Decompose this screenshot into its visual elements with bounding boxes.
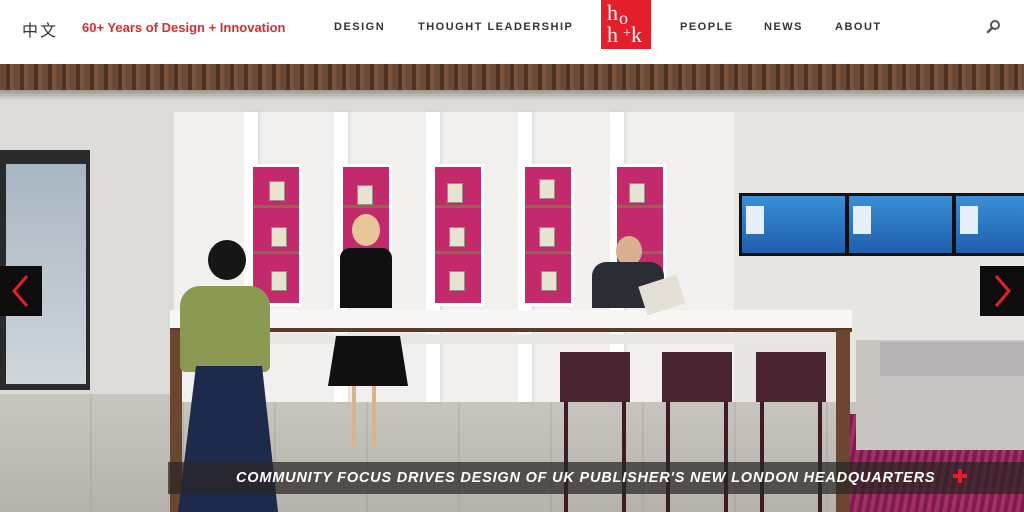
hero-book-shelf [522, 164, 574, 306]
book [271, 227, 287, 247]
screen-book-art [960, 206, 978, 234]
hero-table [170, 310, 852, 332]
shelf-board [435, 205, 481, 208]
stool-seat [560, 352, 630, 402]
stool-seat [662, 352, 732, 402]
stool-leg [760, 402, 764, 512]
book [269, 181, 285, 201]
shelf-board [525, 205, 571, 208]
person-leg [372, 386, 376, 448]
prev-slide-button[interactable] [0, 266, 42, 316]
language-switch-link[interactable]: 中文 [22, 17, 58, 41]
chevron-right-icon [994, 275, 1011, 307]
book [629, 183, 645, 203]
person-leg [352, 386, 356, 448]
hok-logo[interactable]: h o h k + [601, 0, 651, 49]
stool-leg [564, 402, 568, 512]
shelf-board [253, 251, 299, 254]
stool-leg [666, 402, 670, 512]
stool-leg [622, 402, 626, 512]
logo-letter: h [607, 22, 618, 47]
book [449, 271, 465, 291]
chevron-left-icon [12, 275, 29, 307]
nav-about[interactable]: ABOUT [835, 21, 882, 33]
shelf-board [253, 205, 299, 208]
nav-people[interactable]: PEOPLE [680, 21, 734, 33]
hero-caption-title[interactable]: COMMUNITY FOCUS DRIVES DESIGN OF UK PUBL… [236, 470, 935, 486]
nav-design[interactable]: DESIGN [334, 21, 385, 33]
hero-digital-screens [739, 193, 1024, 256]
person-top [180, 286, 270, 372]
hero-caption-bar[interactable]: COMMUNITY FOCUS DRIVES DESIGN OF UK PUBL… [168, 462, 1024, 494]
logo-plus: + [623, 26, 631, 41]
shelf-board [525, 251, 571, 254]
person-head [352, 214, 380, 246]
display-screen [742, 196, 845, 253]
next-slide-button[interactable] [980, 266, 1024, 316]
search-icon[interactable] [986, 19, 1002, 35]
hero-book-shelf [432, 164, 484, 306]
site-header: 中文 60+ Years of Design + Innovation DESI… [0, 0, 1024, 64]
shelf-board [343, 205, 389, 208]
book [271, 271, 287, 291]
stool-leg [724, 402, 728, 512]
tagline-link[interactable]: 60+ Years of Design + Innovation [82, 20, 286, 35]
person-dress-skirt [328, 336, 408, 386]
shelf-board [435, 251, 481, 254]
screen-book-art [746, 206, 764, 234]
hero-book-shelf [250, 164, 302, 306]
book [449, 227, 465, 247]
stool-leg [818, 402, 822, 512]
hero-sofa-cushions [880, 342, 1024, 376]
book [357, 185, 373, 205]
nav-thought-leadership[interactable]: THOUGHT LEADERSHIP [418, 21, 573, 33]
book [541, 271, 557, 291]
screen-book-art [853, 206, 871, 234]
hero-slideshow [0, 64, 1024, 512]
shelf-board [617, 205, 663, 208]
book [539, 227, 555, 247]
person-dress [340, 248, 392, 308]
logo-letter: k [631, 22, 642, 47]
display-screen [956, 196, 1024, 253]
book [447, 183, 463, 203]
hero-table-edge [182, 334, 836, 344]
book [539, 179, 555, 199]
display-screen [849, 196, 952, 253]
nav-news[interactable]: NEWS [764, 21, 803, 33]
stool-seat [756, 352, 826, 402]
hero-wood-ceiling [0, 64, 1024, 90]
person-head [208, 240, 246, 280]
hero-ceiling-shadow [0, 90, 1024, 100]
plus-icon[interactable] [950, 466, 970, 486]
